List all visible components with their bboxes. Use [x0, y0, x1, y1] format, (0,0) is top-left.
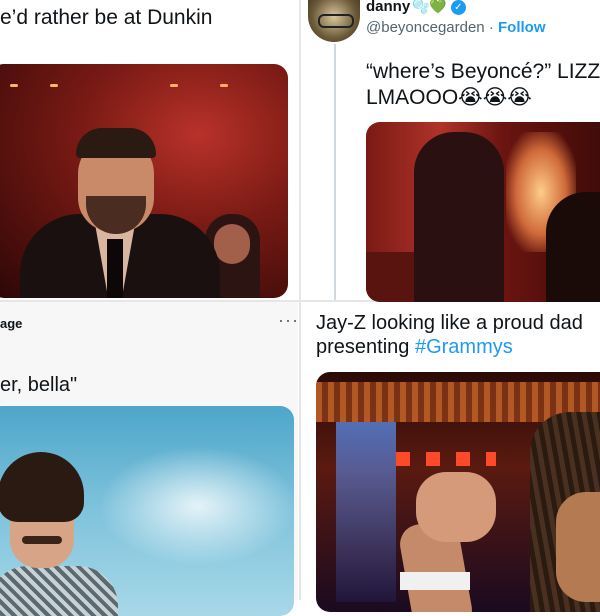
background-person-face	[214, 224, 250, 264]
tweet-text-line-1: Jay-Z looking like a proud dad	[316, 312, 583, 334]
dark-silhouette	[546, 192, 600, 302]
tweet-text-line-2: LMAOOO😭😭😭	[366, 86, 532, 109]
separator-dot: ·	[488, 19, 494, 36]
raised-fist	[416, 472, 496, 542]
name-emoji-text: 🫧💚	[412, 0, 447, 14]
shirt-cuff	[400, 572, 470, 590]
tweet-card-dunkin[interactable]: e’d rather be at Dunkin	[0, 0, 298, 300]
seated-person	[414, 132, 504, 302]
stage-light	[10, 84, 18, 87]
more-options-icon[interactable]: ···	[278, 310, 299, 331]
tweet-text-line-1: “where’s Beyoncé?” LIZZ	[366, 60, 600, 83]
performer-outfit	[0, 566, 118, 616]
hashtag-link[interactable]: #Grammys	[415, 336, 513, 358]
man-hair	[76, 128, 156, 158]
stage-smoke	[98, 446, 294, 566]
smiling-face	[556, 492, 600, 602]
stage-light	[50, 84, 58, 87]
tweet-text-prefix: presenting	[316, 336, 415, 358]
stage-spotlight	[336, 422, 396, 602]
tweet-text-line-2: presenting #Grammys	[316, 334, 513, 361]
performer-moustache	[22, 536, 62, 544]
name-emojis: 🫧💚 ✓	[412, 0, 466, 15]
handle-fragment[interactable]: age	[0, 316, 22, 331]
tweet-text: er, bella"	[0, 374, 78, 396]
user-handle-row: @beyoncegarden · Follow	[366, 18, 546, 38]
follow-button[interactable]: Follow	[498, 19, 546, 36]
stage-light	[220, 84, 228, 87]
tweet-media-photo[interactable]	[316, 372, 600, 612]
performer-hair	[0, 452, 84, 522]
thread-line	[334, 44, 336, 300]
user-handle[interactable]: @beyoncegarden	[366, 19, 485, 36]
stage-screens	[396, 452, 496, 466]
tweet-media-photo[interactable]	[0, 64, 288, 298]
tweet-media-photo[interactable]	[366, 122, 600, 302]
tweet-text: e’d rather be at Dunkin	[0, 6, 213, 29]
tweet-media-photo[interactable]	[0, 406, 294, 616]
avatar-glasses	[318, 14, 354, 28]
man-tie	[107, 239, 123, 298]
verified-badge-icon: ✓	[450, 0, 466, 15]
display-name[interactable]: danny	[366, 0, 410, 14]
stage-light	[170, 84, 178, 87]
